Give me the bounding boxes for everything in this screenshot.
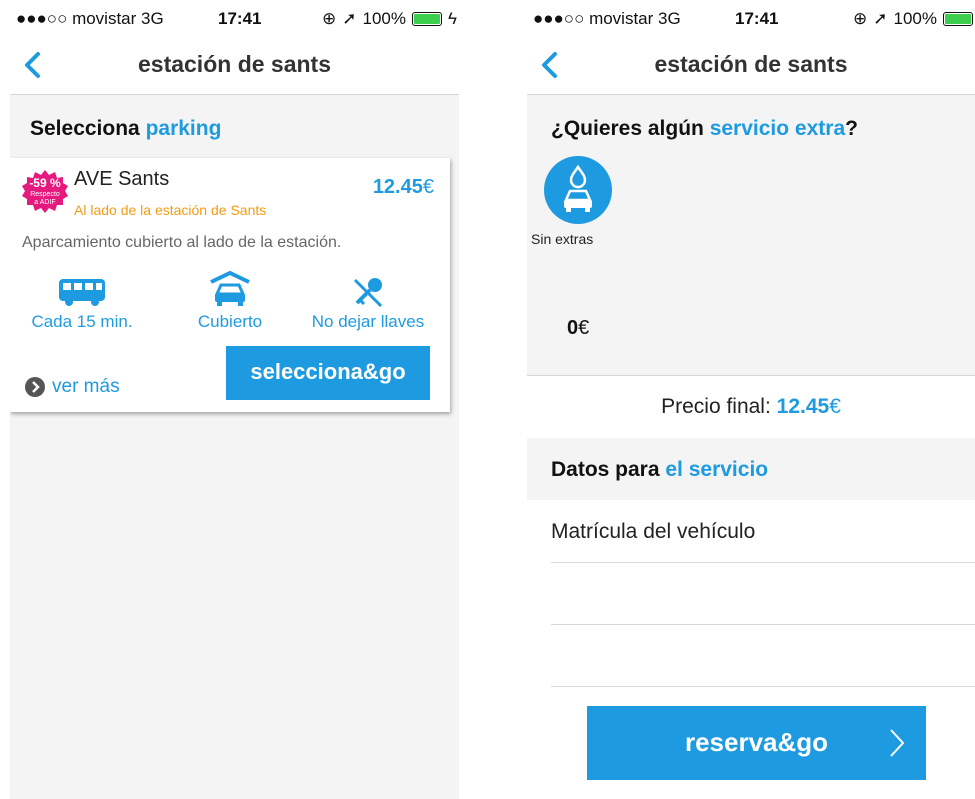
parking-subtitle: Al lado de la estación de Sants <box>74 202 267 218</box>
amenity-bus-label: Cada 15 min. <box>31 312 133 331</box>
divider <box>551 624 975 625</box>
page-title: estación de sants <box>654 51 848 77</box>
status-bar: ●●●○○ movistar 3G 17:41 ⊕ ➚ 100% ϟ <box>10 0 459 36</box>
orientation-lock-icon: ⊕ <box>853 9 868 28</box>
ver-mas-label: ver más <box>52 376 120 397</box>
status-time: 17:41 <box>735 9 779 28</box>
right-screen: ●●●○○ movistar 3G 17:41 ⊕ ➚ 100% estació… <box>527 0 975 799</box>
battery-percent: 100% <box>893 9 937 28</box>
amenity-covered-label: Cubierto <box>197 312 263 331</box>
status-time: 17:41 <box>218 9 262 28</box>
extra-option-sin-extras[interactable]: Sin extras <box>527 155 617 247</box>
car-wash-icon <box>544 156 612 224</box>
parking-description: Aparcamiento cubierto al lado de la esta… <box>22 234 342 251</box>
nav-bar: estación de sants <box>527 36 975 95</box>
covered-parking-icon <box>210 270 250 306</box>
carrier-label: ●●●○○ movistar 3G <box>533 9 681 28</box>
page-title: estación de sants <box>137 51 332 77</box>
amenity-covered: Cubierto <box>160 270 300 332</box>
nav-bar: estación de sants <box>10 36 459 95</box>
bus-icon <box>59 279 105 306</box>
amenity-keys-label: No dejar llaves <box>311 312 425 331</box>
section-title: Selecciona parking <box>30 117 222 140</box>
extra-option-label: Sin extras <box>531 231 594 247</box>
location-icon: ➚ <box>873 9 888 28</box>
battery-percent: 100% <box>362 9 406 28</box>
ver-mas-link[interactable]: ver más <box>24 376 120 398</box>
battery-icon <box>943 12 973 26</box>
amenity-bus: Cada 15 min. <box>12 276 152 332</box>
discount-note-line1: Respecto <box>30 191 60 198</box>
parking-name: AVE Sants <box>74 168 170 190</box>
left-screen: ●●●○○ movistar 3G 17:41 ⊕ ➚ 100% ϟ estac… <box>10 0 459 799</box>
location-icon: ➚ <box>342 9 357 28</box>
carrier-label: ●●●○○ movistar 3G <box>16 9 164 28</box>
amenity-keys: No dejar llaves <box>298 276 438 332</box>
reserve-go-button[interactable]: reserva&go <box>587 706 926 780</box>
extras-title: ¿Quieres algún servicio extra? <box>551 117 858 140</box>
parking-card[interactable]: -59 % Respecto a ADIF AVE Sants Al lado … <box>10 158 450 412</box>
discount-note-line2: a ADIF <box>34 199 56 206</box>
final-price: Precio final: 12.45€ <box>661 395 841 418</box>
extras-price: 0€ <box>567 317 590 339</box>
service-data-header: Datos para el servicio <box>527 438 975 500</box>
orientation-lock-icon: ⊕ <box>322 9 337 28</box>
discount-percent: -59 % <box>29 176 61 190</box>
chevron-circle-icon <box>25 377 45 397</box>
parking-price: 12.45€ <box>372 176 434 198</box>
divider <box>551 562 975 563</box>
select-go-button[interactable]: selecciona&go <box>226 346 430 400</box>
no-keys-icon <box>353 278 383 308</box>
status-bar: ●●●○○ movistar 3G 17:41 ⊕ ➚ 100% <box>527 0 975 36</box>
divider <box>551 686 975 687</box>
plate-field[interactable]: Matrícula del vehículo <box>551 520 755 544</box>
battery-icon <box>412 12 442 26</box>
service-data-title: Datos para el servicio <box>551 458 769 481</box>
extras-panel: ¿Quieres algún servicio extra? Sin extra… <box>527 95 975 376</box>
charging-icon: ϟ <box>448 9 457 28</box>
chevron-right-icon <box>890 729 905 757</box>
